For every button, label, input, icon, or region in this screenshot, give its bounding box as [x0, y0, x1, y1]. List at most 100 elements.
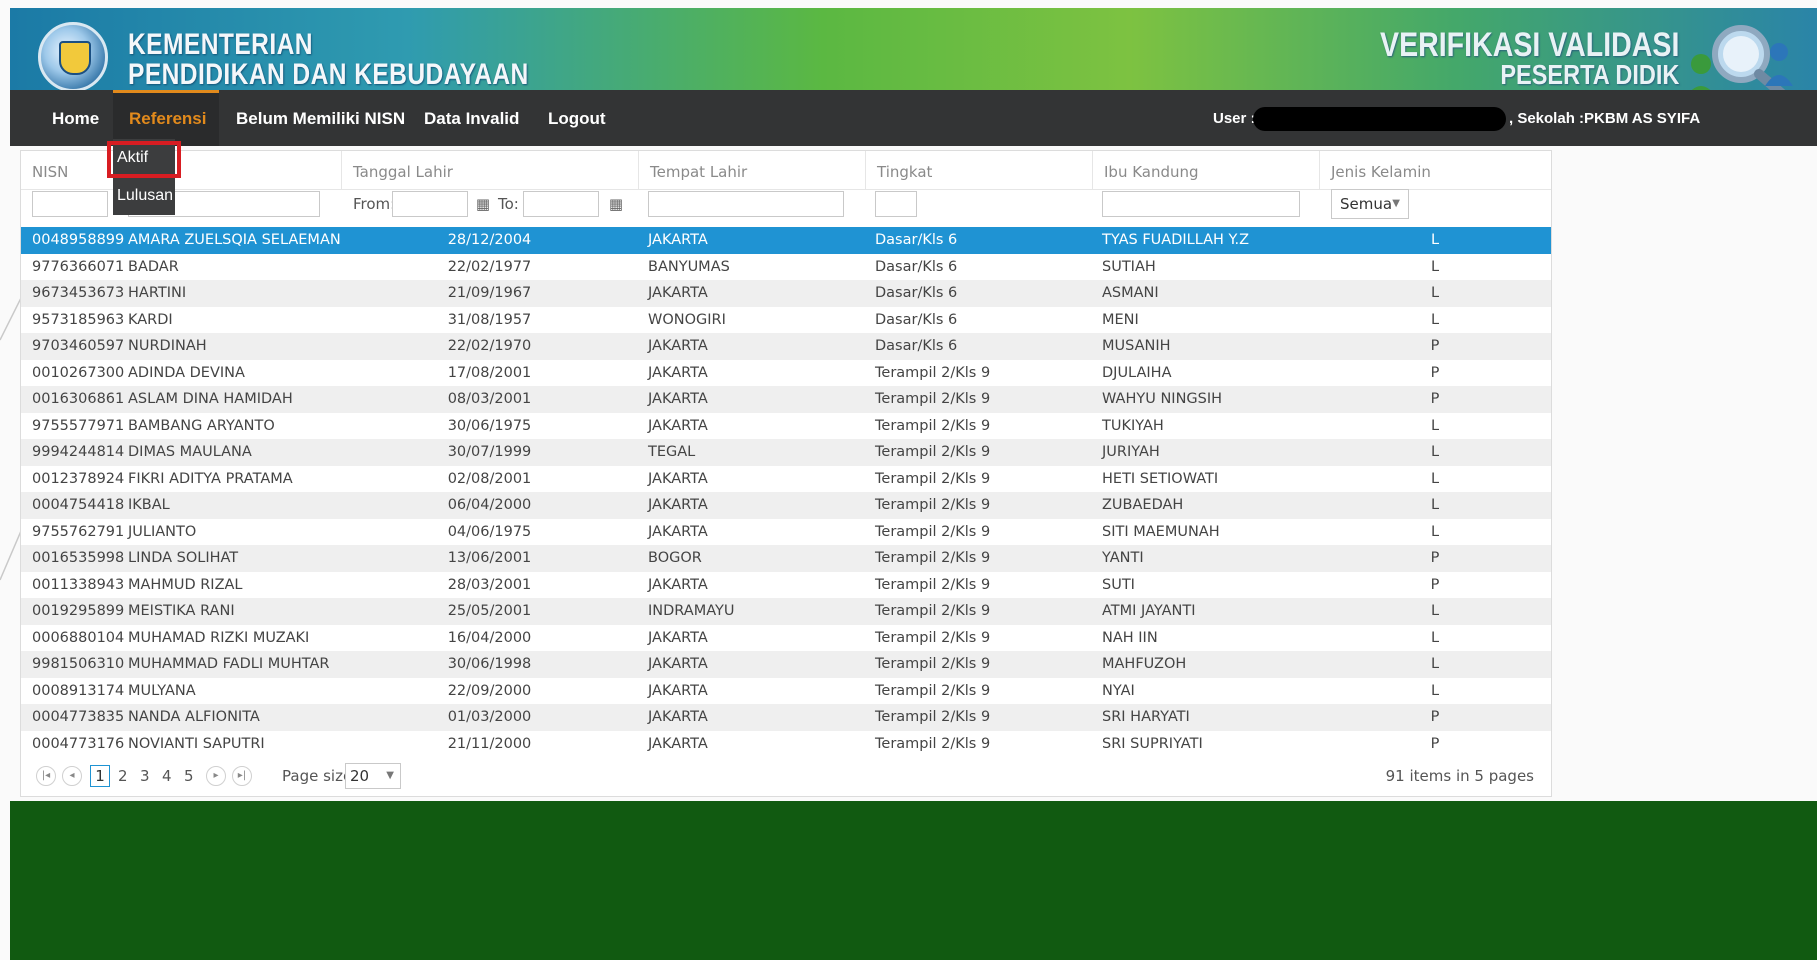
cell-jenis-kelamin: L: [1430, 497, 1440, 513]
table-row[interactable]: 0010267300 ADINDA DEVINA 17/08/2001 JAKARTA…: [21, 360, 1551, 387]
column-header-tanggal-lahir[interactable]: Tanggal Lahir: [341, 151, 638, 189]
page-size-select[interactable]: 20 ▼: [345, 763, 401, 789]
table-row[interactable]: 0004754418 IKBAL 06/04/2000 JAKARTA Terampil…: [21, 492, 1551, 519]
filter-tingkat-input[interactable]: [875, 191, 917, 217]
table-row[interactable]: 9573185963 KARDI 31/08/1957 WONOGIRI Dasar/K…: [21, 307, 1551, 334]
cell-tempat-lahir: JAKARTA: [648, 735, 708, 752]
cell-tanggal-lahir: 01/03/2000: [447, 709, 532, 725]
cell-tanggal-lahir: 31/08/1957: [447, 311, 532, 328]
filter-date-from-input[interactable]: [392, 191, 468, 217]
cell-ibu-kandung: ATMI JAYANTI: [1102, 603, 1196, 619]
cell-nisn: 0016535998: [32, 550, 125, 566]
filter-ibu-kandung-input[interactable]: [1102, 191, 1300, 217]
page-5[interactable]: 5: [184, 766, 194, 786]
filter-tempat-lahir-input[interactable]: [648, 191, 844, 217]
cell-jenis-kelamin: L: [1430, 470, 1440, 487]
table-row[interactable]: 9703460597 NURDINAH 22/02/1970 JAKARTA Dasar…: [21, 333, 1551, 360]
cell-tempat-lahir: JAKARTA: [648, 470, 708, 487]
table-row[interactable]: 9755762791 JULIANTO 04/06/1975 JAKARTA Teram…: [21, 519, 1551, 546]
nav-logout[interactable]: Logout: [548, 90, 606, 146]
cell-tanggal-lahir: 28/12/2004: [447, 232, 532, 248]
nav-referensi[interactable]: Referensi: [113, 90, 219, 146]
last-page-icon[interactable]: ▸|: [232, 766, 252, 786]
cell-ibu-kandung: MAHFUZOH: [1102, 656, 1187, 672]
cell-ibu-kandung: ASMANI: [1102, 285, 1159, 301]
cell-tanggal-lahir: 28/03/2001: [447, 576, 532, 593]
cell-tingkat: Terampil 2/Kls 9: [875, 603, 991, 619]
filter-nisn-input[interactable]: [32, 191, 108, 217]
cell-nama: FIKRI ADITYA PRATAMA: [128, 470, 293, 487]
column-header-ibu-kandung[interactable]: Ibu Kandung: [1092, 151, 1319, 189]
table-row[interactable]: 0016535998 LINDA SOLIHAT 13/06/2001 BOGOR Te…: [21, 545, 1551, 572]
cell-nisn: 0019295899: [32, 603, 125, 619]
page-3[interactable]: 3: [140, 766, 150, 786]
prev-page-icon[interactable]: ◂: [62, 766, 82, 786]
cell-nama: ASLAM DINA HAMIDAH: [128, 391, 293, 407]
table-row[interactable]: 9755577971 BAMBANG ARYANTO 30/06/1975 JAKAR…: [21, 413, 1551, 440]
cell-tempat-lahir: WONOGIRI: [648, 311, 726, 328]
nav-belum-memiliki-nisn[interactable]: Belum Memiliki NISN: [236, 90, 405, 146]
app-title-line-1: VERIFIKASI VALIDASI: [1379, 26, 1679, 64]
cell-nisn: 0011338943: [32, 576, 125, 593]
table-row[interactable]: 9776366071 BADAR 22/02/1977 BANYUMAS Dasar/K…: [21, 254, 1551, 281]
ministry-line-2: PENDIDIKAN DAN KEBUDAYAAN: [128, 58, 529, 91]
page-1[interactable]: 1: [90, 765, 110, 787]
cell-ibu-kandung: NYAI: [1102, 682, 1135, 699]
cell-tingkat: Dasar/Kls 6: [875, 285, 958, 301]
column-header-tingkat[interactable]: Tingkat: [865, 151, 1092, 189]
cell-nisn: 0008913174: [32, 682, 125, 699]
cell-nama: NOVIANTI SAPUTRI: [128, 735, 265, 752]
page-4[interactable]: 4: [162, 766, 172, 786]
table-row[interactable]: 0016306861 ASLAM DINA HAMIDAH 08/03/2001 JA…: [21, 386, 1551, 413]
cell-ibu-kandung: JURIYAH: [1102, 444, 1160, 460]
filter-to-label: To:: [498, 195, 519, 213]
cell-tempat-lahir: JAKARTA: [648, 682, 708, 699]
cell-nama: JULIANTO: [128, 523, 197, 540]
table-row[interactable]: 0008913174 MULYANA 22/09/2000 JAKARTA Teramp…: [21, 678, 1551, 705]
column-header-jenis-kelamin[interactable]: Jenis Kelamin: [1319, 151, 1551, 189]
calendar-icon[interactable]: ▦: [474, 195, 492, 213]
cell-jenis-kelamin: L: [1430, 232, 1440, 248]
cell-tempat-lahir: JAKARTA: [648, 629, 708, 646]
table-row[interactable]: 0011338943 MAHMUD RIZAL 28/03/2001 JAKARTA T…: [21, 572, 1551, 599]
cell-tingkat: Terampil 2/Kls 9: [875, 629, 991, 646]
table-row[interactable]: 0019295899 MEISTIKA RANI 25/05/2001 INDRAMA…: [21, 598, 1551, 625]
cell-jenis-kelamin: P: [1430, 709, 1440, 725]
table-row[interactable]: 0004773835 NANDA ALFIONITA 01/03/2000 JAKAR…: [21, 704, 1551, 731]
table-row[interactable]: 9994244814 DIMAS MAULANA 30/07/1999 TEGAL Te…: [21, 439, 1551, 466]
cell-ibu-kandung: SRI SUPRIYATI: [1102, 735, 1203, 752]
cell-tingkat: Terampil 2/Kls 9: [875, 497, 991, 513]
cell-jenis-kelamin: L: [1430, 444, 1440, 460]
cell-nama: BADAR: [128, 258, 179, 275]
highlight-box: [107, 141, 181, 178]
cell-nama: HARTINI: [128, 285, 187, 301]
table-row[interactable]: 9673453673 HARTINI 21/09/1967 JAKARTA Dasar/…: [21, 280, 1551, 307]
cell-ibu-kandung: ZUBAEDAH: [1102, 497, 1184, 513]
cell-nisn: 9776366071: [32, 258, 125, 275]
cell-tanggal-lahir: 25/05/2001: [447, 603, 532, 619]
cell-nisn: 0004773176: [32, 735, 125, 752]
cell-jenis-kelamin: L: [1430, 629, 1440, 646]
nav-home[interactable]: Home: [52, 90, 99, 146]
cell-tanggal-lahir: 22/02/1970: [447, 338, 532, 354]
page-size-value: 20: [350, 767, 370, 785]
table-row[interactable]: 0004773176 NOVIANTI SAPUTRI 21/11/2000 JAKA…: [21, 731, 1551, 758]
table-row[interactable]: 0048958899 AMARA ZUELSQIA SELAEMAN 28/12/2…: [21, 227, 1551, 254]
first-page-icon[interactable]: |◂: [36, 766, 56, 786]
column-header-tempat-lahir[interactable]: Tempat Lahir: [638, 151, 865, 189]
page-2[interactable]: 2: [118, 766, 128, 786]
next-page-icon[interactable]: ▸: [206, 766, 226, 786]
cell-tempat-lahir: JAKARTA: [648, 576, 708, 593]
calendar-icon[interactable]: ▦: [607, 195, 625, 213]
filter-date-to-input[interactable]: [523, 191, 599, 217]
table-row[interactable]: 0006880104 MUHAMAD RIZKI MUZAKI 16/04/2000…: [21, 625, 1551, 652]
table-row[interactable]: 0012378924 FIKRI ADITYA PRATAMA 02/08/2001…: [21, 466, 1551, 493]
nav-data-invalid[interactable]: Data Invalid: [424, 90, 519, 146]
column-header-nisn[interactable]: NISN: [21, 151, 117, 189]
table-row[interactable]: 9981506310 MUHAMMAD FADLI MUHTAR 30/06/199…: [21, 651, 1551, 678]
filter-gender-select[interactable]: Semua ▼: [1331, 189, 1409, 219]
cell-nisn: 9755577971: [32, 417, 125, 434]
cell-tingkat: Terampil 2/Kls 9: [875, 444, 991, 460]
menu-item-lulusan[interactable]: Lulusan: [113, 181, 175, 211]
cell-jenis-kelamin: L: [1430, 311, 1440, 328]
